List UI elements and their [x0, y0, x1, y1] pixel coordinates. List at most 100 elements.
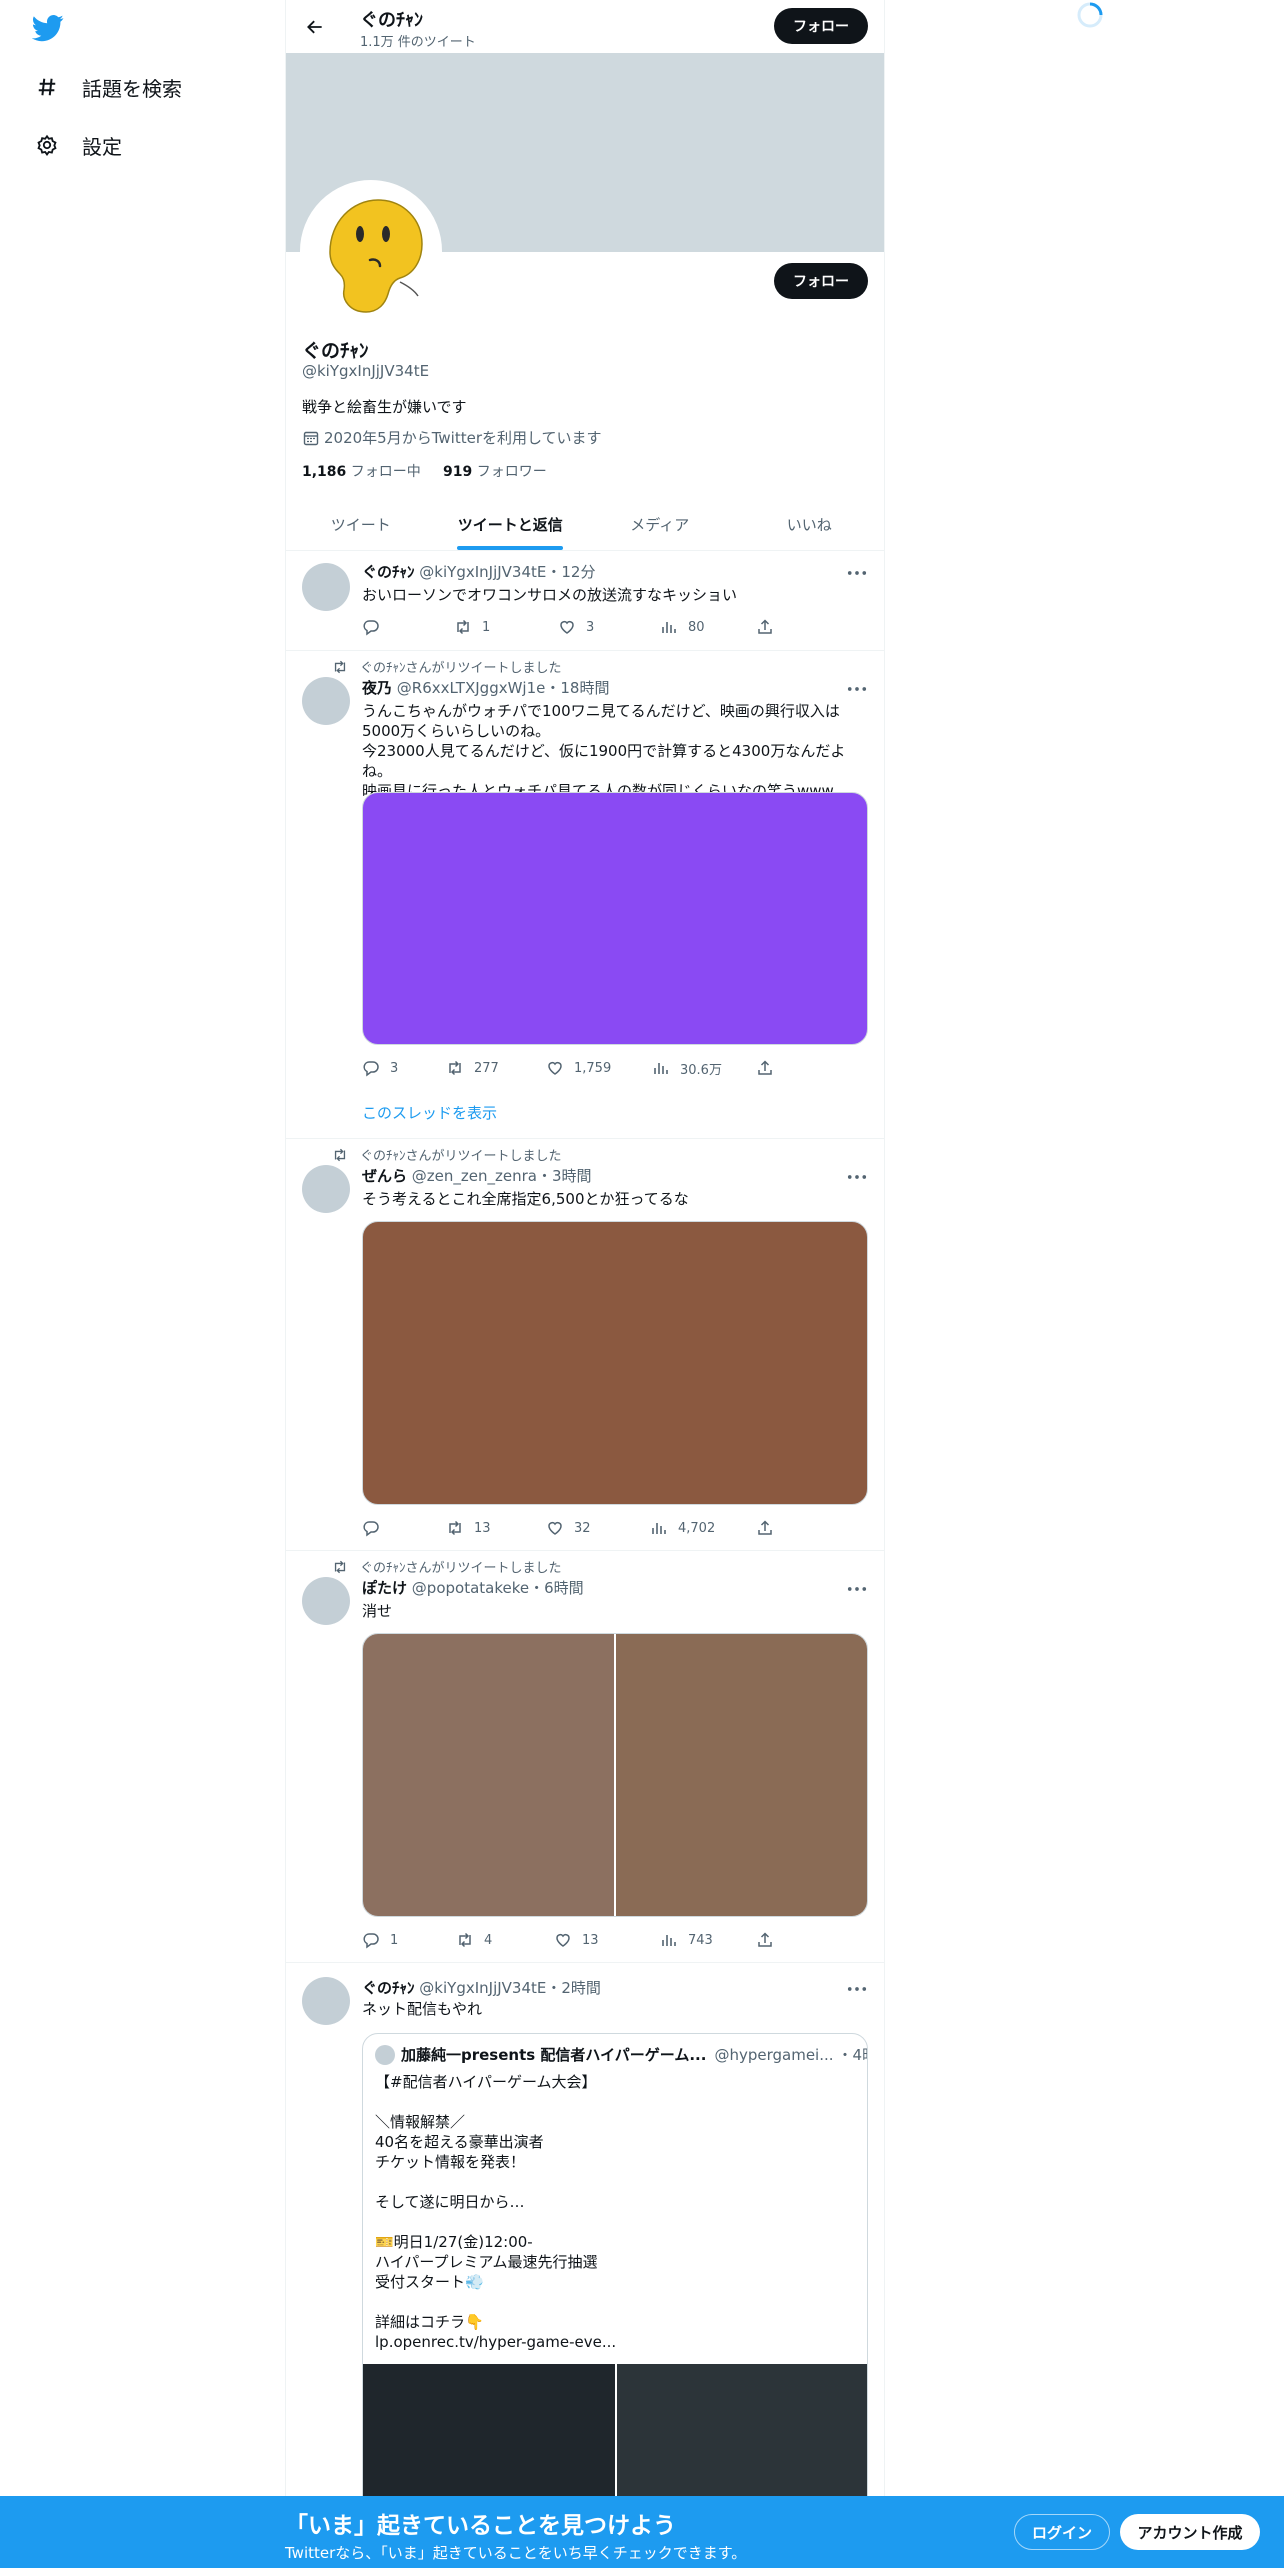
retweet-button[interactable]: 1 — [454, 617, 490, 637]
share-button[interactable] — [756, 617, 784, 637]
tweet-avatar[interactable] — [302, 1165, 350, 1213]
share-button[interactable] — [756, 1518, 784, 1538]
retweet-icon — [332, 1559, 348, 1575]
header-follow-button[interactable]: フォロー — [774, 8, 868, 44]
tweet-time[interactable]: ・3時間 — [537, 1167, 592, 1185]
reply-count: 1 — [390, 1932, 399, 1948]
tab-likes[interactable]: いいね — [735, 498, 885, 550]
reply-button[interactable]: 3 — [362, 1058, 398, 1078]
like-button[interactable]: 1,759 — [546, 1058, 611, 1078]
tweet-author-handle[interactable]: @R6xxLTXJggxWj1e — [397, 679, 546, 697]
tweet-avatar[interactable] — [302, 563, 350, 611]
views-button[interactable]: 743 — [660, 1930, 713, 1950]
retweet-context-text[interactable]: ぐのﾁｬﾝさんがリツイートしました — [360, 1557, 562, 1576]
tweet-time[interactable]: ・6時間 — [529, 1579, 584, 1597]
tweet-avatar[interactable] — [302, 1977, 350, 2025]
retweet-button[interactable]: 4 — [456, 1930, 492, 1950]
retweet-context-text[interactable]: ぐのﾁｬﾝさんがリツイートしました — [360, 1145, 562, 1164]
share-button[interactable] — [756, 1930, 784, 1950]
followers-link[interactable]: 919 フォロワー — [443, 464, 547, 480]
quoted-tweet-time: ・4時間 — [837, 2046, 867, 2064]
tweet-author-name[interactable]: ぐのﾁｬﾝ — [362, 563, 415, 581]
retweet-context: ぐのﾁｬﾝさんがリツイートしました — [332, 1145, 562, 1164]
share-button[interactable] — [756, 1058, 784, 1078]
loading-spinner-icon — [1075, 0, 1105, 30]
tab-media[interactable]: メディア — [585, 498, 735, 550]
show-thread-link[interactable]: このスレッドを表示 — [362, 1102, 497, 1123]
share-icon — [756, 1059, 774, 1077]
reply-count: 3 — [390, 1060, 399, 1076]
login-button[interactable]: ログイン — [1014, 2514, 1110, 2550]
tweet-author-handle[interactable]: @kiYgxInJjJV34tE — [419, 563, 546, 581]
retweet-count: 4 — [484, 1932, 493, 1948]
tweet-media-image[interactable] — [363, 1634, 614, 1916]
quoted-tweet[interactable]: 加藤純一presents 配信者ハイパーゲーム... @hypergamei..… — [362, 2033, 868, 2523]
reply-button[interactable] — [362, 617, 390, 637]
like-button[interactable]: 13 — [554, 1930, 599, 1950]
retweet-button[interactable]: 277 — [446, 1058, 499, 1078]
more-options-icon[interactable] — [846, 563, 868, 583]
retweet-context-text[interactable]: ぐのﾁｬﾝさんがリツイートしました — [360, 657, 562, 676]
bottom-bar-title: 「いま」起きていることを見つけよう — [285, 2513, 676, 2539]
tweet-media-image[interactable] — [362, 1221, 868, 1505]
like-count: 13 — [582, 1932, 599, 1948]
tweet-author-name[interactable]: ぜんら — [362, 1167, 407, 1185]
tweet[interactable]: ぐのﾁｬﾝさんがリツイートしました ぜんら @zen_zen_zenra・3時間… — [286, 1139, 884, 1551]
header-name: ぐのﾁｬﾝ — [360, 10, 423, 31]
tweet-avatar[interactable] — [302, 1577, 350, 1625]
twitter-logo-icon[interactable] — [31, 12, 64, 44]
tweet-author-name[interactable]: ぐのﾁｬﾝ — [362, 1979, 415, 1997]
tweet-author-name[interactable]: ぽたけ — [362, 1579, 407, 1597]
back-arrow-icon[interactable] — [300, 12, 330, 42]
sidebar-item-settings[interactable]: 設定 — [34, 125, 122, 165]
retweet-context: ぐのﾁｬﾝさんがリツイートしました — [332, 1557, 562, 1576]
tweet-media-image[interactable] — [362, 792, 868, 1045]
tweet[interactable]: ぐのﾁｬﾝさんがリツイートしました ぽたけ @popotatakeke・6時間 … — [286, 1551, 884, 1963]
sidebar-item-explore[interactable]: 話題を検索 — [34, 67, 182, 107]
more-options-icon[interactable] — [846, 679, 868, 699]
views-chart-icon — [652, 1059, 670, 1077]
quoted-tweet-handle: @hypergamei... — [714, 2045, 834, 2064]
views-button[interactable]: 4,702 — [650, 1518, 715, 1538]
following-link[interactable]: 1,186 フォロー中 — [302, 464, 421, 480]
retweet-button[interactable]: 13 — [446, 1518, 491, 1538]
profile-avatar[interactable] — [300, 180, 442, 322]
tweet-media-image[interactable] — [614, 1634, 867, 1916]
retweet-count: 277 — [474, 1060, 499, 1076]
tweet-author-handle[interactable]: @popotatakeke — [412, 1579, 529, 1597]
tweet-author-handle[interactable]: @kiYgxInJjJV34tE — [419, 1979, 546, 1997]
tweet[interactable]: ぐのﾁｬﾝさんがリツイートしました 夜乃 @R6xxLTXJggxWj1e・18… — [286, 651, 884, 1139]
tweet-author-name[interactable]: 夜乃 — [362, 679, 392, 697]
views-button[interactable]: 80 — [660, 617, 705, 637]
more-options-icon[interactable] — [846, 1579, 868, 1599]
more-options-icon[interactable] — [846, 1167, 868, 1187]
tweet-time[interactable]: ・12分 — [546, 563, 595, 581]
quoted-tweet-media-image[interactable] — [363, 2364, 615, 2504]
following-count: 1,186 — [302, 464, 347, 480]
share-icon — [756, 1931, 774, 1949]
profile-joined-text: 2020年5月からTwitterを利用しています — [324, 429, 602, 447]
tweet-author-handle[interactable]: @zen_zen_zenra — [412, 1167, 537, 1185]
profile-follow-stats: 1,186 フォロー中 919 フォロワー — [302, 461, 547, 481]
heart-icon — [558, 618, 576, 636]
views-chart-icon — [650, 1519, 668, 1537]
tab-tweets-and-replies[interactable]: ツイートと返信 — [436, 498, 586, 550]
like-button[interactable]: 32 — [546, 1518, 591, 1538]
tweet-avatar[interactable] — [302, 677, 350, 725]
heart-icon — [546, 1519, 564, 1537]
reply-button[interactable]: 1 — [362, 1930, 398, 1950]
tab-tweets[interactable]: ツイート — [286, 498, 436, 550]
tweet-media-grid — [362, 1633, 868, 1917]
views-count: 30.6万 — [680, 1062, 722, 1078]
tweet[interactable]: ぐのﾁｬﾝ @kiYgxInJjJV34tE・2時間 ネット配信もやれ 加藤純一… — [286, 1963, 884, 2523]
signup-button[interactable]: アカウント作成 — [1120, 2514, 1260, 2550]
more-options-icon[interactable] — [846, 1979, 868, 1999]
views-button[interactable]: 30.6万 — [652, 1058, 722, 1078]
reply-button[interactable] — [362, 1518, 390, 1538]
tweet[interactable]: ぐのﾁｬﾝ @kiYgxInJjJV34tE・12分 おいローソンでオワコンサロ… — [286, 551, 884, 651]
tweet-time[interactable]: ・2時間 — [546, 1979, 601, 1997]
tweet-time[interactable]: ・18時間 — [545, 679, 609, 697]
quoted-tweet-media-image[interactable] — [615, 2364, 867, 2504]
profile-follow-button[interactable]: フォロー — [774, 263, 868, 299]
like-button[interactable]: 3 — [558, 617, 594, 637]
